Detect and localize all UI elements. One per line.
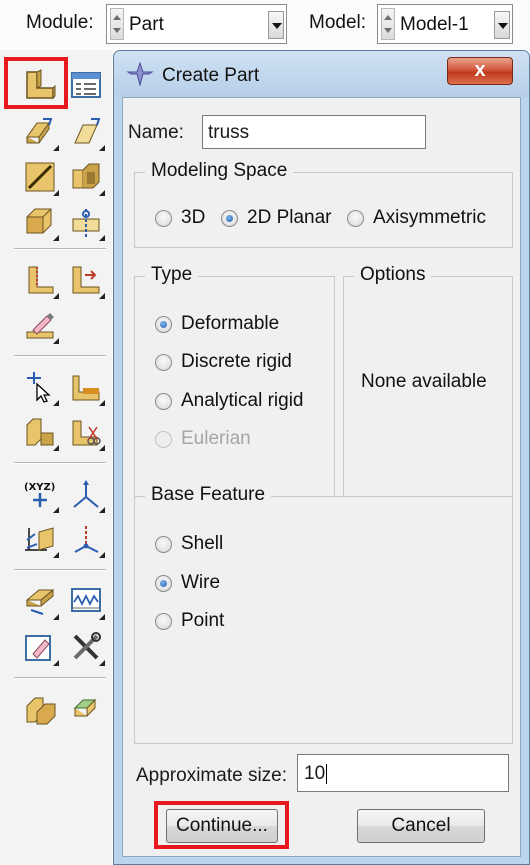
model-value: Model-1 [400, 14, 469, 35]
create-wire-icon[interactable] [20, 157, 60, 197]
modeling-space-title: Modeling Space [145, 160, 294, 182]
options-none-available: None available [361, 371, 487, 392]
create-round-fillet-icon[interactable] [20, 260, 60, 300]
chevron-down-icon[interactable] [494, 11, 510, 39]
radio-button[interactable] [347, 209, 364, 227]
repair-icon[interactable] [20, 305, 60, 345]
module-toolbox: (XYZ) [0, 50, 112, 865]
module-select[interactable]: Part [106, 4, 287, 44]
create-datum-csys-icon[interactable] [66, 519, 106, 559]
tools-icon[interactable] [66, 627, 106, 667]
create-chamfer-icon[interactable] [66, 260, 106, 300]
base-feature-group: Base Feature Shell Wire Point [134, 484, 513, 744]
part-manager-icon[interactable] [66, 65, 106, 105]
radio-label: Shell [181, 533, 224, 554]
name-label: Name: [128, 122, 184, 143]
type-group: Type Deformable Discrete rigid Analytica… [134, 264, 335, 519]
create-display-group-icon[interactable] [66, 581, 106, 621]
radio-button-disabled [155, 430, 172, 448]
create-part-highlight [4, 57, 68, 109]
create-part-dialog: Create Part x Name: truss Modeling Space… [113, 50, 530, 865]
create-solid-extrude-icon[interactable] [20, 112, 60, 152]
query-icon[interactable] [20, 367, 60, 407]
radio-label: 2D Planar [247, 207, 332, 228]
radio-button[interactable] [155, 612, 172, 630]
radio-point[interactable]: Point [155, 610, 224, 632]
svg-text:(XYZ): (XYZ) [24, 482, 55, 493]
radio-axisymmetric[interactable]: Axisymmetric [347, 207, 486, 229]
radio-label: Wire [181, 572, 221, 593]
cancel-button-label: Cancel [391, 815, 451, 836]
partition-face-icon[interactable] [66, 367, 106, 407]
model-label: Model: [309, 12, 367, 33]
toolbox-separator [14, 248, 106, 250]
cut-part-icon[interactable] [66, 412, 106, 452]
toolbox-separator [14, 462, 106, 464]
modeling-space-group: Modeling Space 3D 2D Planar Axisymmetric [134, 160, 513, 248]
radio-button-selected[interactable] [155, 315, 172, 333]
radio-label: 3D [181, 207, 206, 228]
radio-3d[interactable]: 3D [155, 207, 205, 229]
base-feature-title: Base Feature [145, 484, 272, 506]
sketch-icon[interactable] [20, 581, 60, 621]
module-label: Module: [26, 12, 94, 33]
set-icon[interactable] [66, 689, 106, 729]
radio-label: Eulerian [181, 428, 251, 449]
create-datum-axis-icon[interactable] [66, 474, 106, 514]
close-button[interactable]: x [447, 57, 513, 85]
model-spinner[interactable] [381, 8, 395, 40]
radio-label: Point [181, 610, 225, 631]
options-group: Options [343, 264, 513, 519]
module-spinner[interactable] [110, 8, 124, 40]
radio-label: Axisymmetric [373, 207, 486, 228]
approximate-size-label: Approximate size: [136, 765, 288, 786]
create-cut-extrude-icon[interactable] [66, 157, 106, 197]
dialog-title: Create Part [162, 65, 260, 86]
name-field[interactable]: truss [202, 115, 426, 149]
approximate-size-value: 10 [304, 763, 326, 784]
attribute-edit-icon[interactable] [20, 627, 60, 667]
create-datum-icon[interactable] [66, 202, 106, 242]
model-select[interactable]: Model-1 [377, 4, 513, 44]
module-value: Part [129, 14, 164, 35]
radio-eulerian: Eulerian [155, 428, 251, 450]
radio-wire[interactable]: Wire [155, 572, 220, 594]
approximate-size-field[interactable]: 10 [297, 754, 509, 792]
radio-button[interactable] [155, 535, 172, 553]
radio-button[interactable] [155, 209, 172, 227]
radio-discrete-rigid[interactable]: Discrete rigid [155, 351, 292, 373]
dialog-titlebar[interactable]: Create Part x [114, 51, 529, 97]
radio-shell[interactable]: Shell [155, 533, 223, 555]
toolbox-separator [14, 569, 106, 571]
radio-2d-planar[interactable]: 2D Planar [221, 207, 332, 229]
radio-button-selected[interactable] [221, 209, 238, 227]
close-icon: x [474, 59, 486, 81]
radio-label: Discrete rigid [181, 351, 292, 372]
assembly-part-icon[interactable] [20, 689, 60, 729]
abaqus-app-icon [126, 62, 154, 86]
toolbox-separator [14, 677, 106, 679]
partition-cell-icon[interactable] [20, 412, 60, 452]
continue-button-label: Continue... [176, 815, 268, 836]
create-datum-plane-icon[interactable] [20, 519, 60, 559]
radio-button[interactable] [155, 392, 172, 410]
name-value: truss [208, 122, 250, 143]
text-cursor [326, 763, 328, 784]
type-title: Type [145, 264, 199, 286]
radio-button-selected[interactable] [155, 574, 172, 592]
radio-button[interactable] [155, 353, 172, 371]
toolbox-separator [14, 355, 106, 357]
options-title: Options [354, 264, 432, 286]
radio-label: Analytical rigid [181, 390, 304, 411]
cancel-button[interactable]: Cancel [357, 809, 485, 843]
continue-button[interactable]: Continue... [166, 809, 278, 843]
create-shell-extrude-icon[interactable] [66, 112, 106, 152]
context-bar: Module: Part Model: Model-1 [0, 0, 530, 50]
radio-analytical-rigid[interactable]: Analytical rigid [155, 390, 304, 412]
create-datum-point-icon[interactable]: (XYZ) [20, 474, 60, 514]
create-solid-revolve-icon[interactable] [20, 202, 60, 242]
radio-deformable[interactable]: Deformable [155, 313, 279, 335]
chevron-down-icon[interactable] [268, 11, 284, 39]
radio-label: Deformable [181, 313, 280, 334]
